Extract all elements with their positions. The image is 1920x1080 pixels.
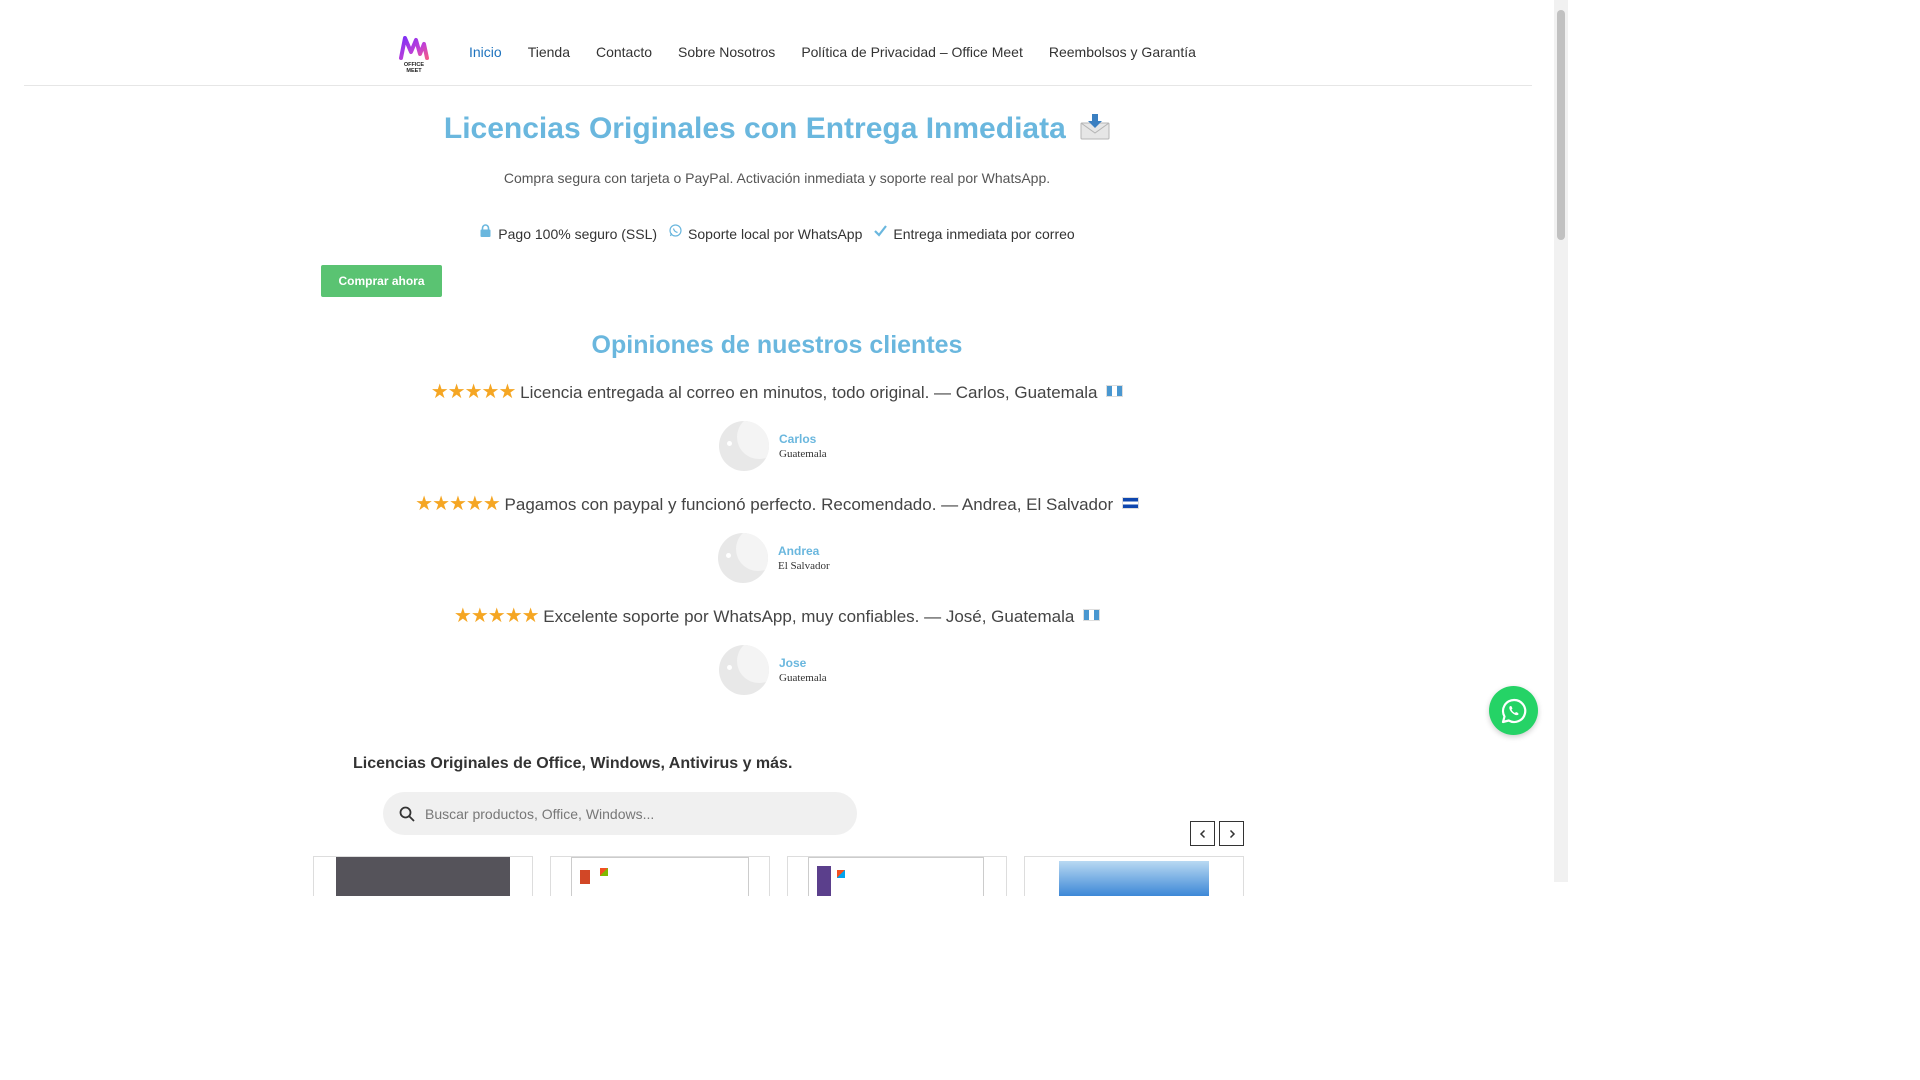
author-country: Guatemala: [779, 448, 827, 460]
review-quote: Pagamos con paypal y funcionó perfecto. …: [504, 495, 1114, 514]
review-author: Jose Guatemala: [719, 645, 827, 695]
page-scrollbar[interactable]: [1554, 0, 1568, 882]
rating-stars: ★★★★★: [415, 493, 501, 515]
author-country: Guatemala: [779, 672, 827, 684]
nav-item-politica-privacidad[interactable]: Política de Privacidad – Office Meet: [801, 44, 1023, 60]
author-name[interactable]: Jose: [779, 656, 827, 670]
badge-ssl: Pago 100% seguro (SSL): [479, 223, 658, 242]
search-input[interactable]: [425, 805, 825, 822]
nav-item-contacto[interactable]: Contacto: [596, 44, 652, 60]
product-card[interactable]: [313, 856, 533, 896]
whatsapp-chat-button[interactable]: [1489, 686, 1538, 735]
main-nav: Inicio Tienda Contacto Sobre Nosotros Po…: [469, 44, 1222, 60]
product-card[interactable]: [787, 856, 1007, 896]
microsoft-logo-icon: [837, 870, 845, 878]
rating-stars: ★★★★★: [453, 605, 540, 627]
product-search: [383, 792, 857, 835]
scrollbar-thumb[interactable]: [1557, 10, 1565, 240]
product-card[interactable]: [550, 856, 770, 896]
chevron-right-icon: [1229, 829, 1235, 838]
whatsapp-icon: [1501, 698, 1526, 723]
guatemala-flag-icon: [1106, 385, 1124, 397]
review-quote: Excelente soporte por WhatsApp, muy conf…: [543, 607, 1075, 626]
review-text: ★★★★★ Pagamos con paypal y funcionó perf…: [0, 491, 1554, 516]
author-country: El Salvador: [778, 560, 830, 572]
site-header: OFFICE MEET Inicio Tienda Contacto Sobre…: [24, 0, 1532, 86]
whatsapp-icon: [669, 223, 682, 237]
hero-title: Licencias Originales con Entrega Inmedia…: [0, 112, 1554, 146]
badge-delivery: Entrega inmediata por correo: [874, 224, 1075, 242]
badge-whatsapp-label: Soporte local por WhatsApp: [688, 226, 863, 242]
nav-item-reembolsos[interactable]: Reembolsos y Garantía: [1049, 44, 1196, 60]
badge-ssl-label: Pago 100% seguro (SSL): [498, 226, 658, 242]
reviews-title: Opiniones de nuestros clientes: [591, 331, 963, 359]
product-image: [1059, 861, 1209, 896]
avatar: [719, 645, 769, 695]
badge-whatsapp: Soporte local por WhatsApp: [669, 223, 863, 242]
incoming-envelope-icon: [1080, 114, 1110, 140]
product-card[interactable]: [1024, 856, 1244, 896]
author-name[interactable]: Andrea: [778, 544, 830, 558]
svg-text:MEET: MEET: [406, 68, 422, 74]
review-author: Andrea El Salvador: [718, 533, 830, 583]
office-box-spine: [817, 866, 831, 896]
nav-item-tienda[interactable]: Tienda: [528, 44, 570, 60]
office-meet-logo[interactable]: OFFICE MEET: [398, 34, 430, 74]
guatemala-flag-icon: [1083, 609, 1101, 621]
products-heading: Licencias Originales de Office, Windows,…: [353, 755, 793, 772]
avatar: [718, 533, 768, 583]
check-icon: [874, 224, 888, 237]
trust-badges: Pago 100% seguro (SSL) Soporte local por…: [0, 223, 1554, 242]
review-quote: Licencia entregada al correo en minutos,…: [520, 383, 1098, 402]
carousel-next-button[interactable]: [1219, 821, 1244, 846]
review-text: ★★★★★ Excelente soporte por WhatsApp, mu…: [0, 603, 1554, 628]
buy-now-button[interactable]: Comprar ahora: [321, 265, 442, 297]
rating-stars: ★★★★★: [430, 381, 517, 403]
product-image: [571, 857, 749, 896]
review-author: Carlos Guatemala: [719, 421, 827, 471]
hero-title-text: Licencias Originales con Entrega Inmedia…: [443, 112, 1066, 145]
microsoft-logo-icon: [600, 868, 608, 876]
office-logo-icon: [580, 870, 590, 884]
carousel-prev-button[interactable]: [1190, 821, 1215, 846]
product-image: [808, 857, 984, 896]
hero-subtitle: Compra segura con tarjeta o PayPal. Acti…: [503, 170, 1051, 186]
badge-delivery-label: Entrega inmediata por correo: [893, 226, 1075, 242]
avatar: [719, 421, 769, 471]
nav-item-inicio[interactable]: Inicio: [469, 44, 502, 60]
product-image: [336, 857, 510, 896]
chevron-left-icon: [1199, 829, 1205, 838]
review-text: ★★★★★ Licencia entregada al correo en mi…: [0, 379, 1554, 404]
el-salvador-flag-icon: [1121, 497, 1139, 509]
nav-item-sobre-nosotros[interactable]: Sobre Nosotros: [678, 44, 775, 60]
author-name[interactable]: Carlos: [779, 432, 827, 446]
lock-icon: [480, 223, 491, 237]
search-icon: [399, 806, 415, 822]
